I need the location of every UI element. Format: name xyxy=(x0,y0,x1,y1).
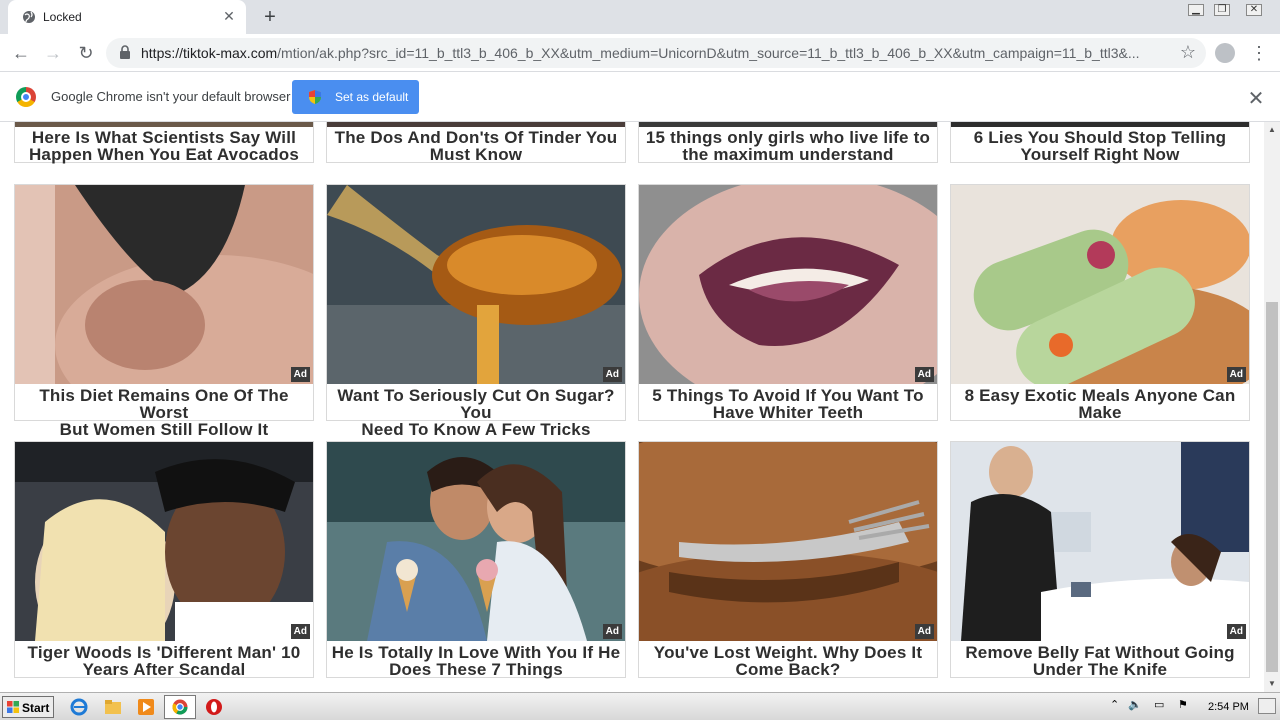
ad-caption: 6 Lies You Should Stop Telling Yourself R… xyxy=(973,128,1227,164)
page-scrollbar[interactable]: ▲ ▼ xyxy=(1264,122,1280,692)
file-explorer-icon[interactable] xyxy=(104,698,122,716)
ad-image xyxy=(951,442,1249,641)
shield-icon xyxy=(309,90,321,104)
globe-icon xyxy=(23,11,35,23)
scroll-down-icon[interactable]: ▼ xyxy=(1264,676,1280,692)
internet-explorer-icon[interactable] xyxy=(70,698,88,716)
url-text: https://tiktok-max.com/mtion/ak.php?src_… xyxy=(141,45,1171,61)
set-as-default-button[interactable]: Set as default xyxy=(292,80,419,114)
network-icon[interactable]: ▭ xyxy=(1154,698,1164,711)
address-bar[interactable]: https://tiktok-max.com/mtion/ak.php?src_… xyxy=(106,38,1206,68)
profile-avatar-icon[interactable] xyxy=(1215,43,1235,63)
ad-caption: 8 Easy Exotic Meals Anyone Can Make xyxy=(964,386,1236,422)
chrome-icon xyxy=(172,699,188,715)
ad-badge: Ad xyxy=(602,367,622,382)
tray-expand-icon[interactable]: ⌃ xyxy=(1110,698,1119,711)
ad-card[interactable]: Ad Want To Seriously Cut On Sugar? You Ne… xyxy=(326,184,626,438)
ad-image xyxy=(951,122,1249,127)
lock-icon xyxy=(120,45,130,59)
url-host: https://tiktok-max.com xyxy=(141,45,278,61)
ad-card[interactable]: Ad Tiger Woods Is 'Different Man' 10 Year… xyxy=(14,441,314,678)
opera-icon[interactable] xyxy=(205,698,223,716)
ad-badge: Ad xyxy=(290,367,310,382)
ad-caption: You've Lost Weight. Why Does It Come Back… xyxy=(653,643,923,679)
ad-caption: He Is Totally In Love With You If He Does… xyxy=(331,643,621,679)
ad-image xyxy=(327,122,625,127)
maximize-button[interactable]: ❐ xyxy=(1208,0,1236,20)
url-path: /mtion/ak.php?src_id=11_b_ttl3_b_406_b_X… xyxy=(277,45,1140,61)
ad-badge: Ad xyxy=(602,624,622,639)
start-button[interactable]: Start xyxy=(2,696,54,718)
menu-kebab-icon[interactable]: ⋮ xyxy=(1250,41,1268,65)
ad-card[interactable]: Here Is What Scientists Say Will Happen W… xyxy=(14,122,314,163)
ad-image xyxy=(639,185,937,384)
ad-card[interactable]: Ad 5 Things To Avoid If You Want To Have … xyxy=(638,184,938,421)
infobar-message: Google Chrome isn't your default browser xyxy=(51,89,291,104)
watermark: ANY.RUN xyxy=(1040,618,1188,651)
ad-card[interactable]: Ad You've Lost Weight. Why Does It Come B… xyxy=(638,441,938,678)
ad-image xyxy=(327,442,625,641)
new-tab-button[interactable]: + xyxy=(258,5,282,29)
ad-card[interactable]: The Dos And Don'ts Of Tinder You Must Kno… xyxy=(326,122,626,163)
volume-icon[interactable]: 🔈 xyxy=(1128,698,1142,711)
bookmark-star-icon[interactable]: ☆ xyxy=(1180,42,1196,63)
ad-image xyxy=(327,185,625,384)
ad-card[interactable]: Ad 8 Easy Exotic Meals Anyone Can Make xyxy=(950,184,1250,421)
ad-badge: Ad xyxy=(290,624,310,639)
ad-image xyxy=(15,185,313,384)
windows-flag-icon xyxy=(7,701,19,713)
ad-caption: Here Is What Scientists Say Will Happen W… xyxy=(28,128,300,164)
taskbar-clock[interactable]: 2:54 PM xyxy=(1208,701,1249,713)
infobar-close-icon[interactable]: ✕ xyxy=(1246,86,1266,111)
tab-close-icon[interactable]: ✕ xyxy=(220,7,238,25)
ad-caption: This Diet Remains One Of The Worst But Wo… xyxy=(39,386,289,439)
forward-arrow-icon[interactable]: → xyxy=(41,41,65,65)
set-as-default-label: Set as default xyxy=(335,90,409,104)
ad-caption: 15 things only girls who live life to the… xyxy=(645,128,931,164)
tab-title: Locked xyxy=(43,10,82,24)
media-player-icon[interactable] xyxy=(137,698,155,716)
ad-badge: Ad xyxy=(914,367,934,382)
scrollbar-thumb[interactable] xyxy=(1266,302,1278,672)
ad-image xyxy=(639,442,937,641)
action-center-flag-icon[interactable]: ⚑ xyxy=(1178,698,1188,711)
ad-badge: Ad xyxy=(1226,367,1246,382)
ad-caption: Tiger Woods Is 'Different Man' 10 Years A… xyxy=(27,643,301,679)
ad-card[interactable]: 6 Lies You Should Stop Telling Yourself R… xyxy=(950,122,1250,163)
chrome-taskbar-button[interactable] xyxy=(164,695,196,719)
minimize-button[interactable]: ▁ xyxy=(1182,0,1210,20)
ad-caption: Want To Seriously Cut On Sugar? You Need … xyxy=(337,386,615,439)
ad-card[interactable]: Ad This Diet Remains One Of The Worst But… xyxy=(14,184,314,438)
browser-toolbar: ← → ↻ https://tiktok-max.com/mtion/ak.ph… xyxy=(0,34,1280,72)
ad-caption: 5 Things To Avoid If You Want To Have Whi… xyxy=(652,386,924,422)
show-desktop-button[interactable] xyxy=(1258,698,1276,714)
chrome-logo-icon xyxy=(16,87,36,107)
reload-icon[interactable]: ↻ xyxy=(74,41,98,65)
ad-image xyxy=(15,122,313,127)
ad-card[interactable]: 15 things only girls who live life to the… xyxy=(638,122,938,163)
ad-grid: Here Is What Scientists Say Will Happen W… xyxy=(0,122,1264,692)
tab-locked[interactable]: Locked ✕ xyxy=(8,0,246,34)
ad-caption: The Dos And Don'ts Of Tinder You Must Kno… xyxy=(334,128,618,164)
ad-card[interactable]: Ad He Is Totally In Love With You If He D… xyxy=(326,441,626,678)
back-arrow-icon[interactable]: ← xyxy=(9,41,33,65)
ad-image xyxy=(15,442,313,641)
ad-badge: Ad xyxy=(914,624,934,639)
taskbar: Start ⌃ 🔈 ▭ ⚑ 2:54 PM xyxy=(0,692,1280,720)
window-close-button[interactable]: ✕ xyxy=(1236,0,1272,20)
scroll-up-icon[interactable]: ▲ xyxy=(1264,122,1280,138)
ad-badge: Ad xyxy=(1226,624,1246,639)
tab-strip: Locked ✕ + ▁ ❐ ✕ xyxy=(0,0,1280,34)
start-label: Start xyxy=(22,701,50,715)
ad-image xyxy=(639,122,937,127)
default-browser-infobar: Google Chrome isn't your default browser… xyxy=(0,72,1280,122)
ad-image xyxy=(951,185,1249,384)
